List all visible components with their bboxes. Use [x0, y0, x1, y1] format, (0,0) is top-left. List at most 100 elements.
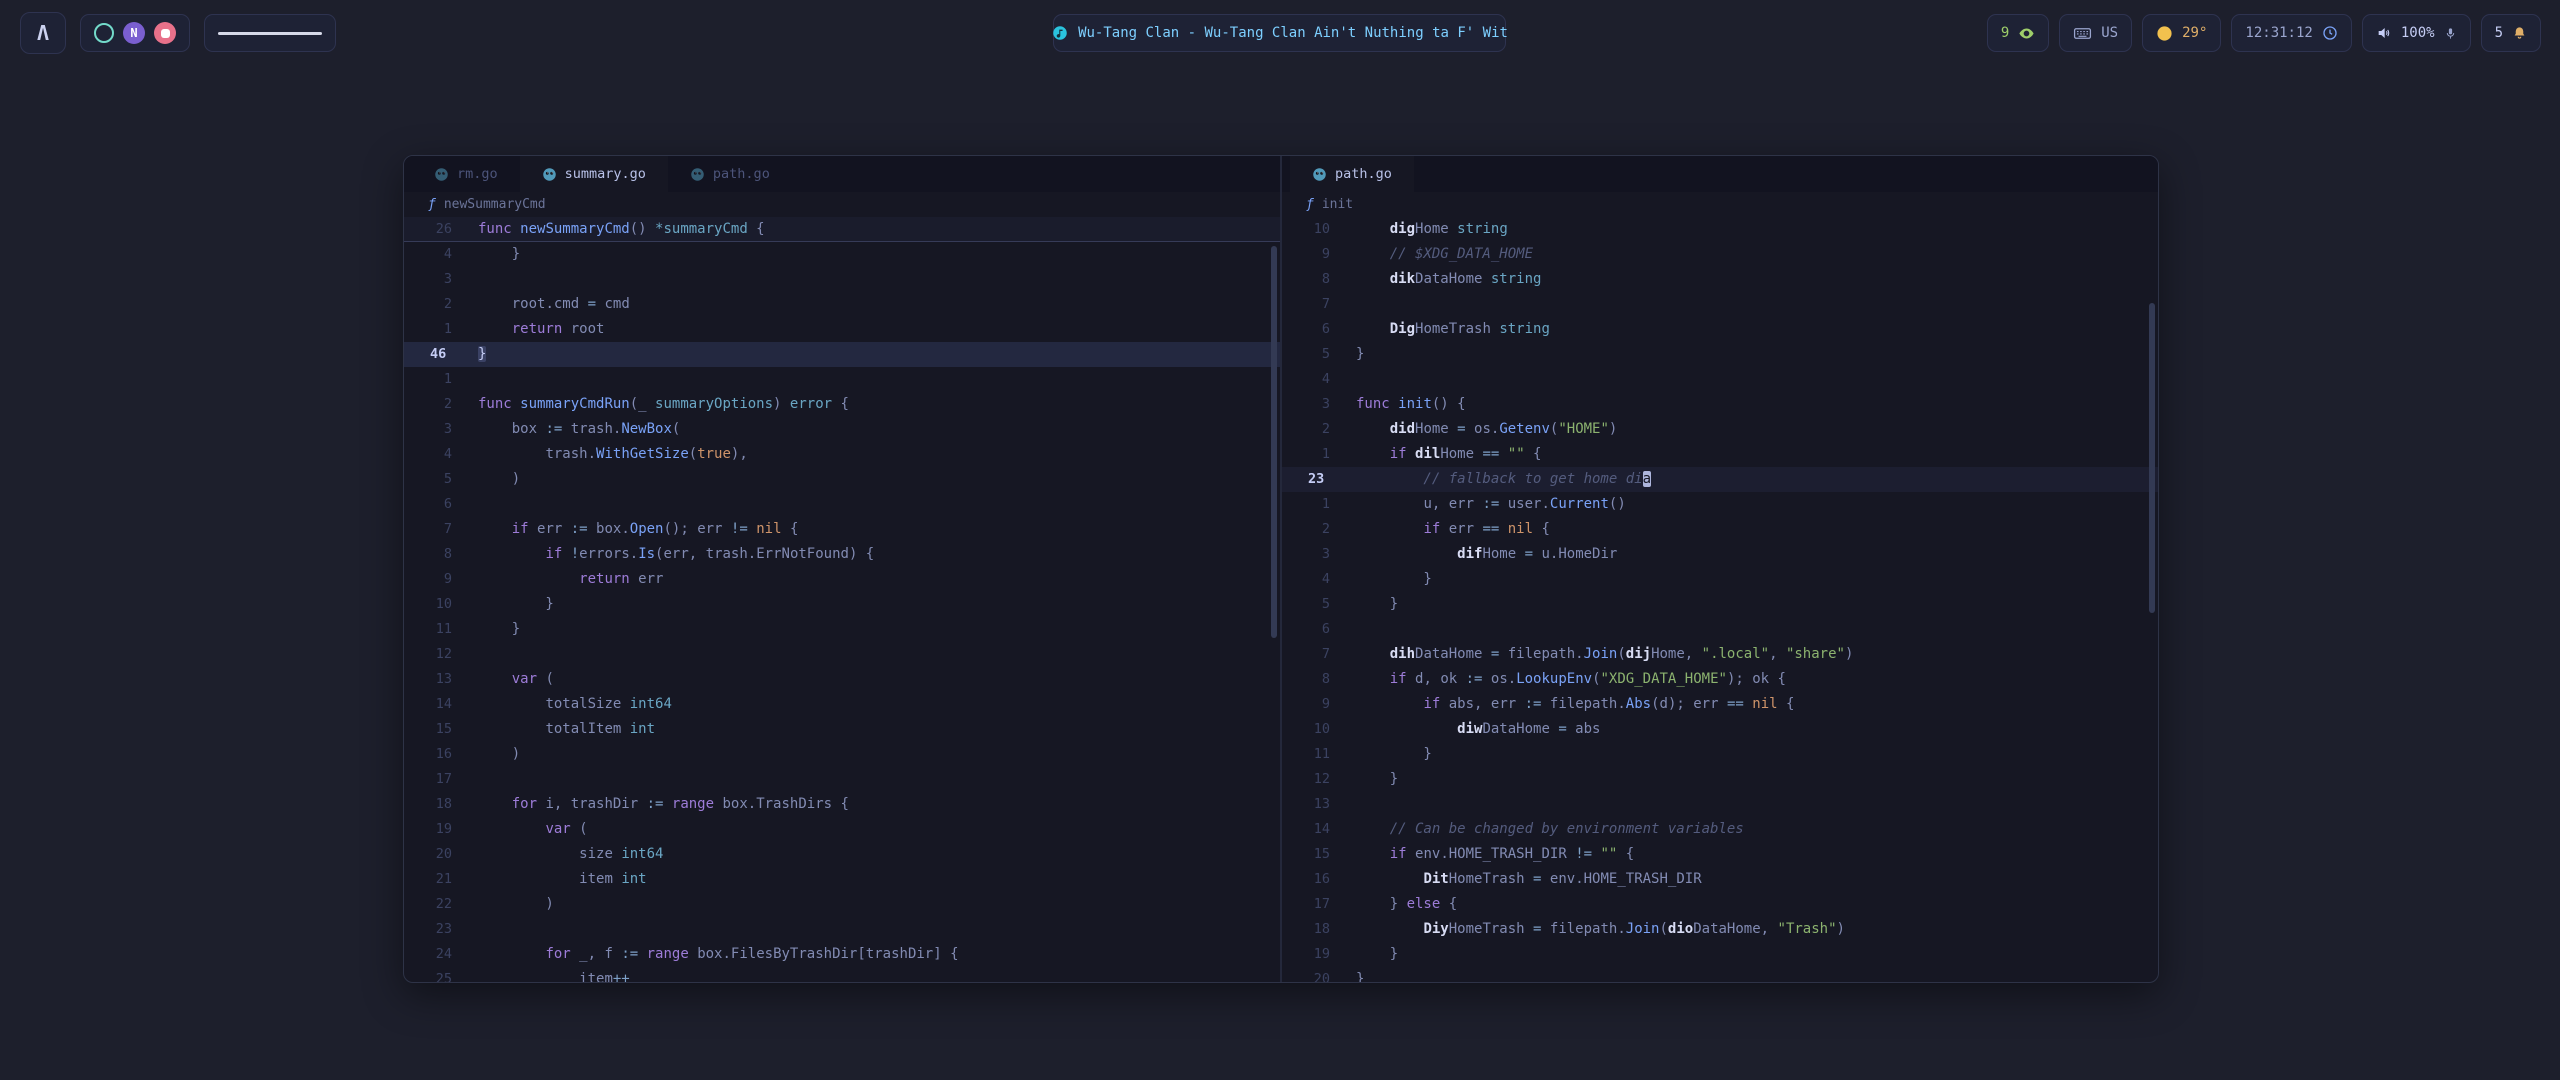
- context-line[interactable]: 26func newSummaryCmd() *summaryCmd {: [404, 217, 1280, 242]
- code-line[interactable]: 24 for _, f := range box.FilesByTrashDir…: [404, 942, 1280, 967]
- tab-path.go[interactable]: path.go: [668, 156, 792, 192]
- tab-path.go[interactable]: path.go: [1290, 156, 1414, 192]
- window-title-widget[interactable]: [204, 14, 336, 52]
- notifications-widget[interactable]: 5: [2481, 14, 2541, 52]
- code-line[interactable]: 2 if err == nil {: [1282, 517, 2158, 542]
- code-line[interactable]: 17: [404, 767, 1280, 792]
- editor-window: rm.gosummary.gopath.go ƒnewSummaryCmd 26…: [403, 155, 2159, 983]
- code-line[interactable]: 7 if err := box.Open(); err != nil {: [404, 517, 1280, 542]
- line-number: 2: [1282, 517, 1338, 542]
- code-line[interactable]: 1 if dilHome == "" {: [1282, 442, 2158, 467]
- go-file-icon: [690, 167, 705, 182]
- clock-widget[interactable]: 12:31:12: [2231, 14, 2351, 52]
- code-line[interactable]: 2 didHome = os.Getenv("HOME"): [1282, 417, 2158, 442]
- code-line[interactable]: 18 DiyHomeTrash = filepath.Join(dioDataH…: [1282, 917, 2158, 942]
- code-line[interactable]: 13: [1282, 792, 2158, 817]
- launcher-button[interactable]: Λ: [20, 12, 66, 54]
- line-number: 5: [1282, 342, 1338, 367]
- code-line[interactable]: 4: [1282, 367, 2158, 392]
- code-area-left[interactable]: 26func newSummaryCmd() *summaryCmd {4 }3…: [404, 217, 1280, 982]
- code-line[interactable]: 10 diwDataHome = abs: [1282, 717, 2158, 742]
- code-line[interactable]: 19 }: [1282, 942, 2158, 967]
- code-line[interactable]: 4 trash.WithGetSize(true),: [404, 442, 1280, 467]
- code-area-right[interactable]: 10 digHome string9 // $XDG_DATA_HOME8 di…: [1282, 217, 2158, 982]
- code-line[interactable]: 11 }: [1282, 742, 2158, 767]
- code-line[interactable]: 2 root.cmd = cmd: [404, 292, 1280, 317]
- code-text: DiyHomeTrash = filepath.Join(dioDataHome…: [1338, 917, 1845, 942]
- code-line[interactable]: 21 item int: [404, 867, 1280, 892]
- code-line[interactable]: 1 return root: [404, 317, 1280, 342]
- line-number: 6: [1282, 317, 1338, 342]
- screens-widget[interactable]: 9: [1987, 14, 2049, 52]
- line-number: 5: [404, 467, 460, 492]
- tab-label: summary.go: [565, 166, 646, 182]
- code-line[interactable]: 22 ): [404, 892, 1280, 917]
- code-line[interactable]: 13 var (: [404, 667, 1280, 692]
- code-line[interactable]: 4 }: [1282, 567, 2158, 592]
- breadcrumb-left: ƒnewSummaryCmd: [404, 192, 1280, 217]
- volume-widget[interactable]: 100%: [2362, 14, 2471, 52]
- code-line[interactable]: 14 totalSize int64: [404, 692, 1280, 717]
- code-text: if err := box.Open(); err != nil {: [460, 517, 798, 542]
- code-line[interactable]: 16 ): [404, 742, 1280, 767]
- code-line[interactable]: 1 u, err := user.Current(): [1282, 492, 2158, 517]
- code-text: [460, 367, 478, 392]
- code-line[interactable]: 7 dihDataHome = filepath.Join(dijHome, "…: [1282, 642, 2158, 667]
- code-line[interactable]: 17 } else {: [1282, 892, 2158, 917]
- code-line[interactable]: 2func summaryCmdRun(_ summaryOptions) er…: [404, 392, 1280, 417]
- code-line[interactable]: 20 size int64: [404, 842, 1280, 867]
- code-line[interactable]: 5 }: [1282, 592, 2158, 617]
- line-number: 14: [404, 692, 460, 717]
- code-line[interactable]: 6 DigHomeTrash string: [1282, 317, 2158, 342]
- scrollbar-left[interactable]: [1271, 246, 1277, 638]
- code-line[interactable]: 6: [1282, 617, 2158, 642]
- code-text: [1338, 792, 1356, 817]
- code-line[interactable]: 5}: [1282, 342, 2158, 367]
- tab-summary.go[interactable]: summary.go: [520, 156, 668, 192]
- code-line[interactable]: 16 DitHomeTrash = env.HOME_TRASH_DIR: [1282, 867, 2158, 892]
- code-line[interactable]: 8 dikDataHome string: [1282, 267, 2158, 292]
- code-line[interactable]: 8 if !errors.Is(err, trash.ErrNotFound) …: [404, 542, 1280, 567]
- line-number: 16: [1282, 867, 1338, 892]
- code-line[interactable]: 7: [1282, 292, 2158, 317]
- code-line[interactable]: 9 if abs, err := filepath.Abs(d); err ==…: [1282, 692, 2158, 717]
- code-line[interactable]: 23 // fallback to get home dia: [1282, 467, 2158, 492]
- tab-label: path.go: [1335, 166, 1392, 182]
- go-file-icon: [542, 167, 557, 182]
- code-line[interactable]: 3func init() {: [1282, 392, 2158, 417]
- code-line[interactable]: 9 // $XDG_DATA_HOME: [1282, 242, 2158, 267]
- code-line[interactable]: 15 if env.HOME_TRASH_DIR != "" {: [1282, 842, 2158, 867]
- code-line[interactable]: 25 item++: [404, 967, 1280, 982]
- code-line[interactable]: 3 box := trash.NewBox(: [404, 417, 1280, 442]
- weather-widget[interactable]: 29°: [2142, 14, 2221, 52]
- code-line[interactable]: 19 var (: [404, 817, 1280, 842]
- code-line[interactable]: 9 return err: [404, 567, 1280, 592]
- music-player-widget[interactable]: Wu-Tang Clan - Wu-Tang Clan Ain't Nuthin…: [1053, 14, 1506, 52]
- code-line[interactable]: 11 }: [404, 617, 1280, 642]
- code-line[interactable]: 12 }: [1282, 767, 2158, 792]
- code-line[interactable]: 12: [404, 642, 1280, 667]
- code-line[interactable]: 46}: [404, 342, 1280, 367]
- code-line[interactable]: 15 totalItem int: [404, 717, 1280, 742]
- code-text: }: [460, 592, 554, 617]
- code-line[interactable]: 3 difHome = u.HomeDir: [1282, 542, 2158, 567]
- scrollbar-right[interactable]: [2149, 303, 2155, 613]
- code-line[interactable]: 10 }: [404, 592, 1280, 617]
- code-line[interactable]: 6: [404, 492, 1280, 517]
- code-line[interactable]: 23: [404, 917, 1280, 942]
- code-text: item int: [460, 867, 647, 892]
- tray-widget[interactable]: N: [80, 14, 190, 52]
- code-line[interactable]: 5 ): [404, 467, 1280, 492]
- code-line[interactable]: 8 if d, ok := os.LookupEnv("XDG_DATA_HOM…: [1282, 667, 2158, 692]
- code-line[interactable]: 18 for i, trashDir := range box.TrashDir…: [404, 792, 1280, 817]
- line-number: 10: [404, 592, 460, 617]
- code-line[interactable]: 4 }: [404, 242, 1280, 267]
- code-line[interactable]: 3: [404, 267, 1280, 292]
- code-line[interactable]: 14 // Can be changed by environment vari…: [1282, 817, 2158, 842]
- code-line[interactable]: 1: [404, 367, 1280, 392]
- tab-rm.go[interactable]: rm.go: [412, 156, 520, 192]
- code-line[interactable]: 20}: [1282, 967, 2158, 982]
- code-line[interactable]: 10 digHome string: [1282, 217, 2158, 242]
- keyboard-layout-widget[interactable]: US: [2059, 14, 2132, 52]
- clock-icon: [2322, 25, 2338, 41]
